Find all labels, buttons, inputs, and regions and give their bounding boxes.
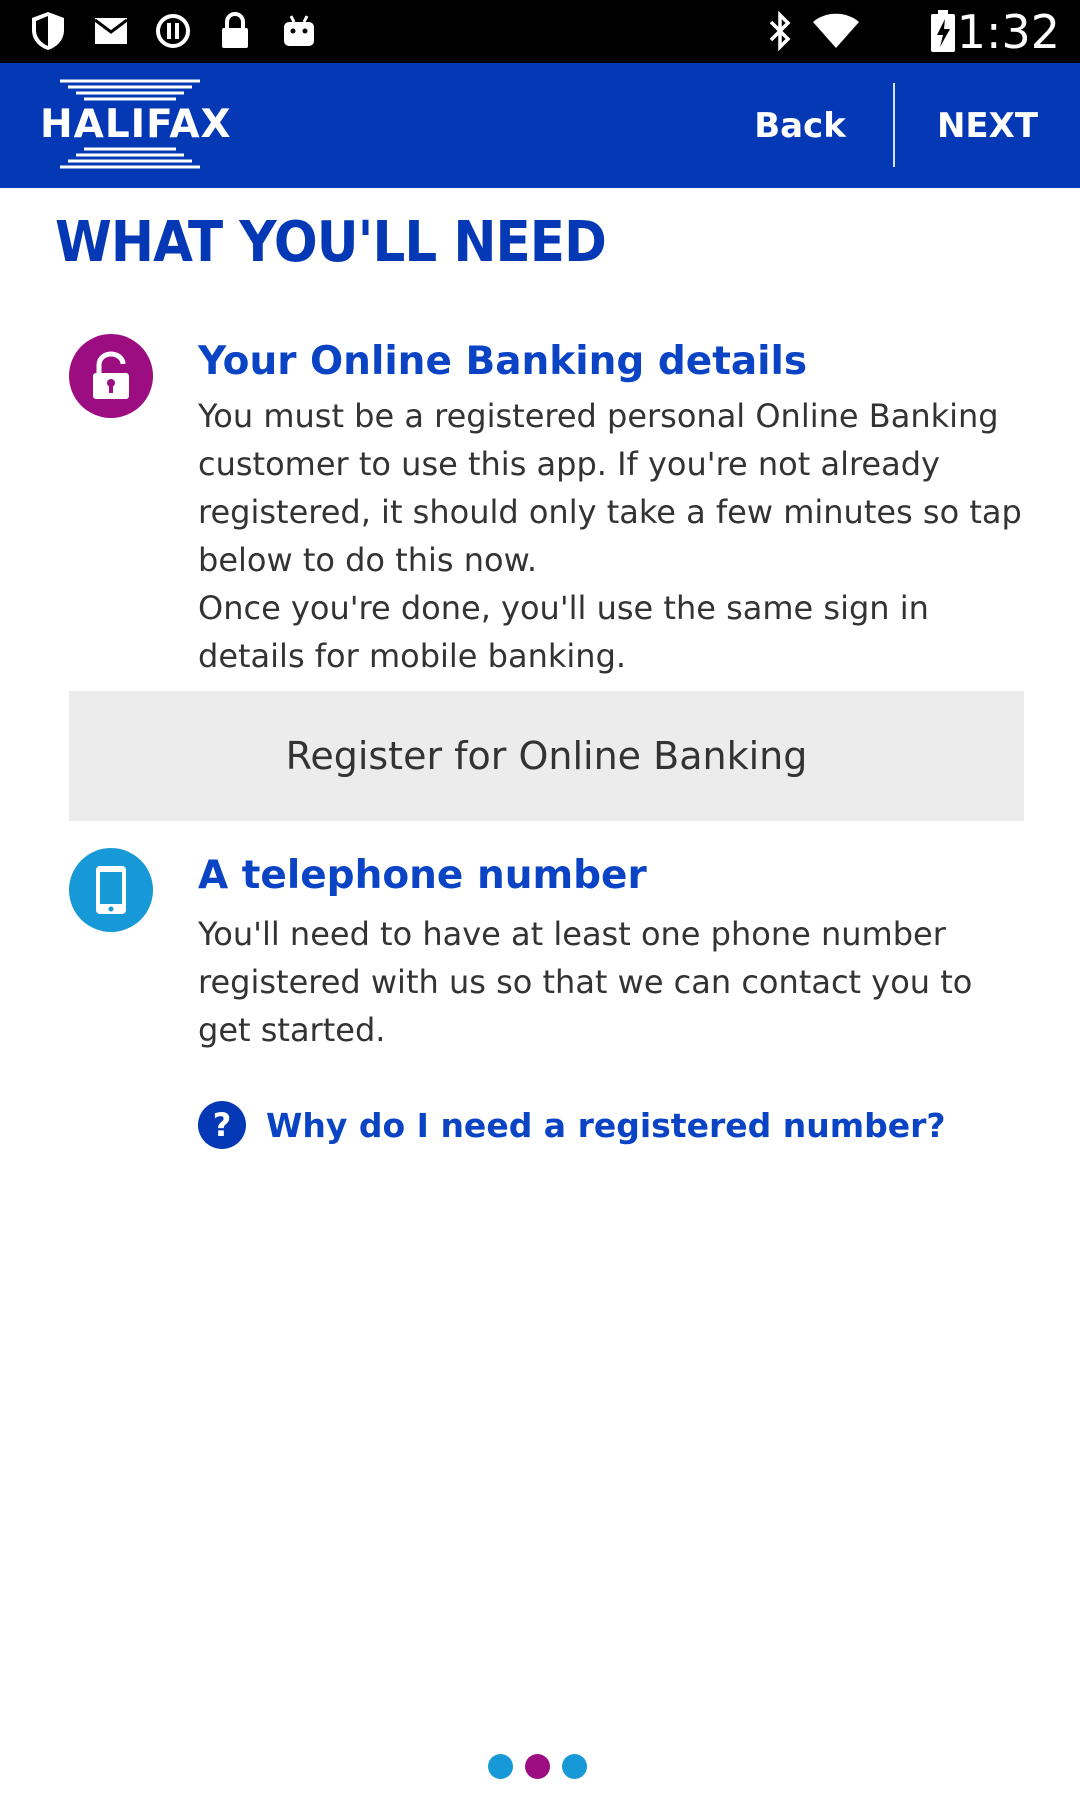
page-dot-1: [488, 1754, 513, 1779]
next-button[interactable]: NEXT: [905, 63, 1070, 188]
wifi-icon: [810, 10, 862, 52]
halifax-logo: HALIFAX: [40, 77, 232, 171]
status-time: 1:32: [956, 5, 1060, 59]
page-dot-3: [562, 1754, 587, 1779]
app-header: HALIFAX Back NEXT: [0, 63, 1080, 188]
battery-icon: [928, 10, 958, 52]
online-banking-title: Your Online Banking details: [198, 339, 808, 384]
mobile-phone-icon: [69, 848, 153, 932]
logo-text: HALIFAX: [40, 102, 232, 147]
back-button[interactable]: Back: [730, 63, 870, 188]
lock-icon: [218, 10, 252, 52]
page-dot-2: [525, 1754, 550, 1779]
why-registered-number-label: Why do I need a registered number?: [266, 1105, 946, 1145]
alert-circle-icon: [154, 10, 192, 52]
telephone-description: You'll need to have at least one phone n…: [198, 915, 973, 1049]
why-registered-number-link[interactable]: ? Why do I need a registered number?: [198, 1100, 946, 1150]
status-bar: 1:32: [0, 0, 1080, 63]
page-indicator: [488, 1754, 587, 1784]
padlock-icon: [69, 334, 153, 418]
header-divider: [893, 83, 895, 167]
page-title: WHAT YOU'LL NEED: [55, 210, 607, 275]
android-icon: [280, 10, 318, 52]
telephone-title: A telephone number: [198, 853, 647, 898]
shield-icon: [28, 10, 68, 52]
online-banking-description: You must be a registered personal Online…: [198, 397, 1022, 579]
mail-icon: [92, 10, 130, 52]
register-online-banking-button[interactable]: Register for Online Banking: [69, 691, 1024, 821]
online-banking-note: Once you're done, you'll use the same si…: [198, 589, 929, 675]
bluetooth-icon: [762, 10, 798, 52]
question-icon: ?: [198, 1101, 246, 1149]
